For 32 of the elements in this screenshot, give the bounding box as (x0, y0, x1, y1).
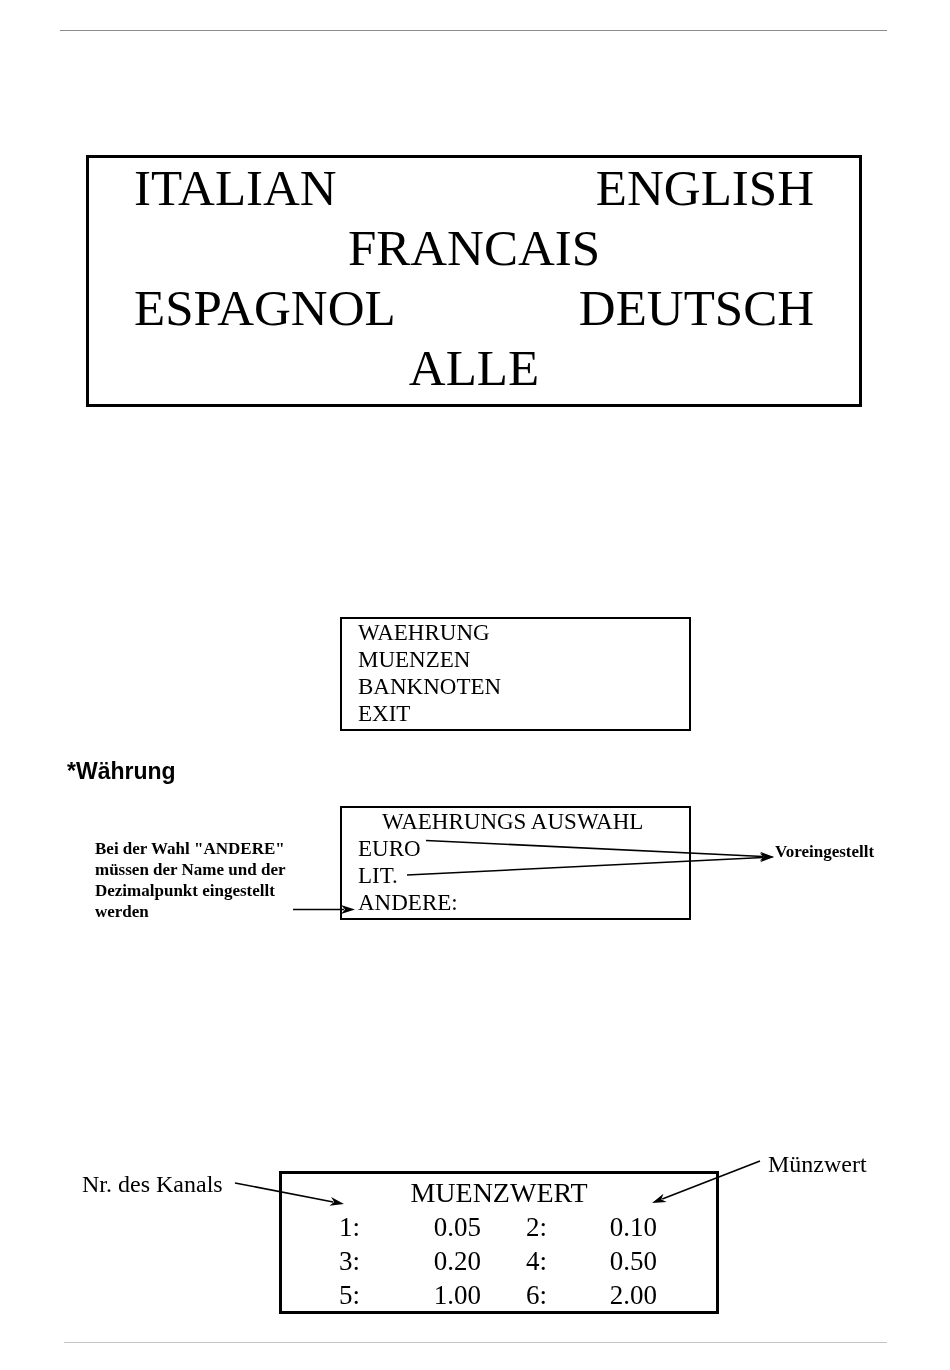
menu-option: FRANCAIS (347, 218, 601, 278)
channel-number: 4: (526, 1245, 547, 1278)
coin-value: 0.20 (433, 1245, 481, 1278)
coin-value: 0.50 (609, 1245, 657, 1278)
annotation-label: Voreingestellt (775, 841, 875, 862)
menu-option: DEUTSCH (578, 278, 814, 338)
screen-title: WAEHRUNGS AUSWAHL (382, 808, 644, 835)
channel-number: 3: (339, 1245, 360, 1278)
menu-option: ANDERE: (358, 889, 458, 916)
menu-option: EXIT (358, 700, 411, 727)
coin-value: 0.10 (609, 1211, 657, 1244)
annotation-label: Münzwert (768, 1150, 867, 1178)
menu-option: ENGLISH (595, 158, 814, 218)
menu-option: ESPAGNOL (134, 278, 396, 338)
menu-option: MUENZEN (358, 646, 471, 673)
screen-title: MUENZWERT (410, 1176, 588, 1210)
menu-option: WAEHRUNG (358, 619, 490, 646)
menu-option: BANKNOTEN (358, 673, 502, 700)
coin-value: 2.00 (609, 1279, 657, 1312)
menu-option: LIT. (358, 862, 398, 889)
coin-value: 1.00 (433, 1279, 481, 1312)
annotation-text: Bei der Wahl "ANDERE" müssen der Name und der Dezimalpunkt eingestellt werden (95, 838, 287, 922)
channel-number: 5: (339, 1279, 360, 1312)
coin-value: 0.05 (433, 1211, 481, 1244)
channel-number: 2: (526, 1211, 547, 1244)
channel-number: 1: (339, 1211, 360, 1244)
channel-number: 6: (526, 1279, 547, 1312)
menu-option: ALLE (408, 338, 540, 398)
menu-option: ITALIAN (134, 158, 337, 218)
section-heading: *Währung (67, 758, 176, 784)
menu-option: EURO (358, 835, 421, 862)
annotation-label: Nr. des Kanals (82, 1170, 223, 1198)
